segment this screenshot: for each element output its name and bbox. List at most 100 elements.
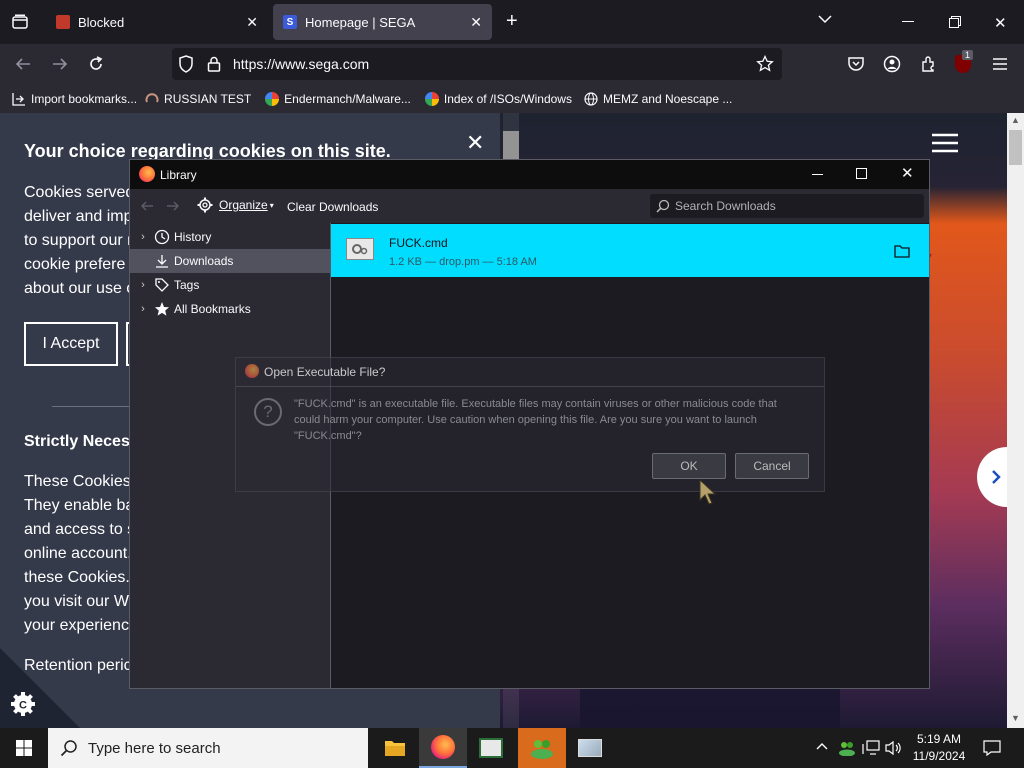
section-heading: Strictly Neces (24, 433, 130, 450)
tree-item-tags[interactable]: › Tags (130, 273, 330, 297)
back-icon[interactable] (14, 55, 32, 73)
download-icon (156, 255, 168, 268)
accept-button[interactable]: I Accept (24, 322, 118, 366)
clock-date[interactable]: 11/9/2024 (910, 749, 968, 763)
search-icon (656, 199, 670, 213)
cursor-icon (698, 478, 720, 508)
close-icon[interactable]: ✕ (901, 164, 914, 182)
chevron-up-icon[interactable] (816, 742, 828, 750)
volume-icon[interactable] (885, 740, 903, 756)
users-tray-icon[interactable] (838, 740, 856, 756)
firefox-icon (431, 735, 455, 759)
hamburger-icon[interactable] (932, 133, 958, 153)
extensions-icon[interactable] (920, 55, 938, 73)
dialog-message-line: "FUCK.cmd"? (294, 430, 362, 442)
taskbar-search-placeholder: Type here to search (88, 739, 221, 757)
search-placeholder: Search Downloads (675, 199, 776, 213)
section-line: online account. (24, 545, 132, 562)
tab-list-icon[interactable] (10, 12, 30, 32)
chevron-down-icon[interactable] (818, 14, 832, 24)
bookmark-memz[interactable]: MEMZ and Noescape ... (584, 92, 732, 106)
lock-icon[interactable] (207, 56, 221, 72)
bookmark-import[interactable]: Import bookmarks... (12, 92, 137, 106)
chevron-right-icon[interactable]: › (136, 303, 150, 315)
cookie-line: about our use o (24, 280, 136, 297)
tree-item-downloads[interactable]: Downloads (130, 249, 330, 273)
svg-text:C: C (19, 700, 27, 712)
bookmark-isos[interactable]: Index of /ISOs/Windows (424, 92, 572, 106)
scroll-up-icon[interactable]: ▲ (1011, 115, 1020, 125)
library-titlebar: Library ✕ (130, 160, 929, 189)
forward-icon[interactable] (166, 199, 180, 213)
tab-label: Homepage | SEGA (305, 14, 416, 30)
taskbar-search[interactable]: Type here to search (48, 728, 368, 768)
start-button[interactable] (0, 728, 48, 768)
tree-label: All Bookmarks (174, 302, 251, 316)
url-text[interactable]: https://www.sega.com (233, 56, 369, 72)
taskbar: Type here to search 5:19 AM 11/9/2024 (0, 728, 1024, 768)
tab-sega[interactable]: S Homepage | SEGA ✕ (273, 4, 492, 40)
question-icon: ? (254, 398, 282, 426)
forward-icon[interactable] (51, 55, 69, 73)
clock-icon (154, 229, 170, 245)
maximize-icon[interactable] (856, 168, 867, 179)
news-icon (479, 738, 503, 758)
tree-item-history[interactable]: › History (130, 225, 330, 249)
taskbar-firefox[interactable] (419, 728, 467, 768)
close-icon[interactable]: ✕ (470, 14, 482, 31)
page-scrollbar[interactable]: ▲ ▼ (1007, 113, 1024, 728)
bookmark-label: Import bookmarks... (31, 92, 138, 106)
bookmark-label: MEMZ and Noescape ... (602, 92, 733, 106)
taskbar-app-news[interactable] (467, 728, 515, 768)
folder-icon[interactable] (894, 244, 910, 258)
tree-item-all-bookmarks[interactable]: › All Bookmarks (130, 297, 330, 321)
scroll-thumb[interactable] (1009, 130, 1022, 165)
tag-icon (155, 278, 169, 292)
taskbar-app-monitor[interactable] (566, 728, 614, 768)
minimize-icon[interactable] (812, 174, 823, 175)
network-icon[interactable] (862, 740, 880, 756)
library-title: Library (160, 168, 197, 182)
clear-downloads-button[interactable]: Clear Downloads (287, 200, 378, 214)
tree-label: History (174, 230, 212, 244)
organize-menu[interactable]: Organize ▾ (197, 197, 274, 213)
bookmark-star-icon[interactable] (756, 55, 774, 73)
taskbar-app-users[interactable] (518, 728, 566, 768)
ok-button[interactable]: OK (652, 453, 726, 479)
clock-time[interactable]: 5:19 AM (912, 732, 966, 746)
scroll-down-icon[interactable]: ▼ (1011, 713, 1020, 723)
bookmark-russian-test[interactable]: RUSSIAN TEST (145, 92, 251, 106)
chevron-right-icon[interactable]: › (136, 279, 150, 291)
url-bar[interactable]: https://www.sega.com (172, 48, 782, 80)
close-icon[interactable]: ✕ (246, 14, 258, 31)
chevron-right-icon[interactable]: › (136, 231, 150, 243)
cancel-button[interactable]: Cancel (735, 453, 809, 479)
bookmark-endermanch[interactable]: Endermanch/Malware... (265, 92, 411, 106)
reload-icon[interactable] (87, 55, 105, 73)
cookie-line: Cookies served (24, 184, 135, 201)
menu-icon[interactable] (992, 57, 1008, 71)
chevron-down-icon: ▾ (269, 200, 274, 210)
notification-icon[interactable] (983, 740, 1001, 756)
open-executable-dialog: Open Executable File? ? "FUCK.cmd" is an… (235, 357, 825, 492)
import-icon (12, 93, 25, 106)
gear-icon (197, 197, 213, 213)
shield-icon[interactable] (178, 55, 194, 73)
restore-icon[interactable] (949, 16, 961, 28)
taskbar-file-explorer[interactable] (371, 728, 419, 768)
search-downloads-input[interactable]: Search Downloads (650, 194, 924, 218)
download-item[interactable]: FUCK.cmd 1.2 KB — drop.pm — 5:18 AM (331, 224, 929, 277)
section-line: these Cookies. (24, 569, 130, 586)
pocket-icon[interactable] (847, 55, 865, 73)
tab-blocked[interactable]: Blocked ✕ (46, 4, 268, 40)
dialog-title: Open Executable File? (264, 365, 386, 379)
new-tab-icon[interactable]: + (506, 10, 518, 33)
account-icon[interactable] (883, 55, 901, 73)
users-icon (531, 740, 553, 759)
cookie-line: to support our n (24, 232, 137, 249)
minimize-icon[interactable] (902, 21, 914, 22)
close-icon[interactable]: ✕ (466, 130, 484, 156)
back-icon[interactable] (140, 199, 154, 213)
window-close-icon[interactable]: ✕ (994, 14, 1007, 32)
cookie-settings-icon[interactable]: C (10, 691, 36, 717)
